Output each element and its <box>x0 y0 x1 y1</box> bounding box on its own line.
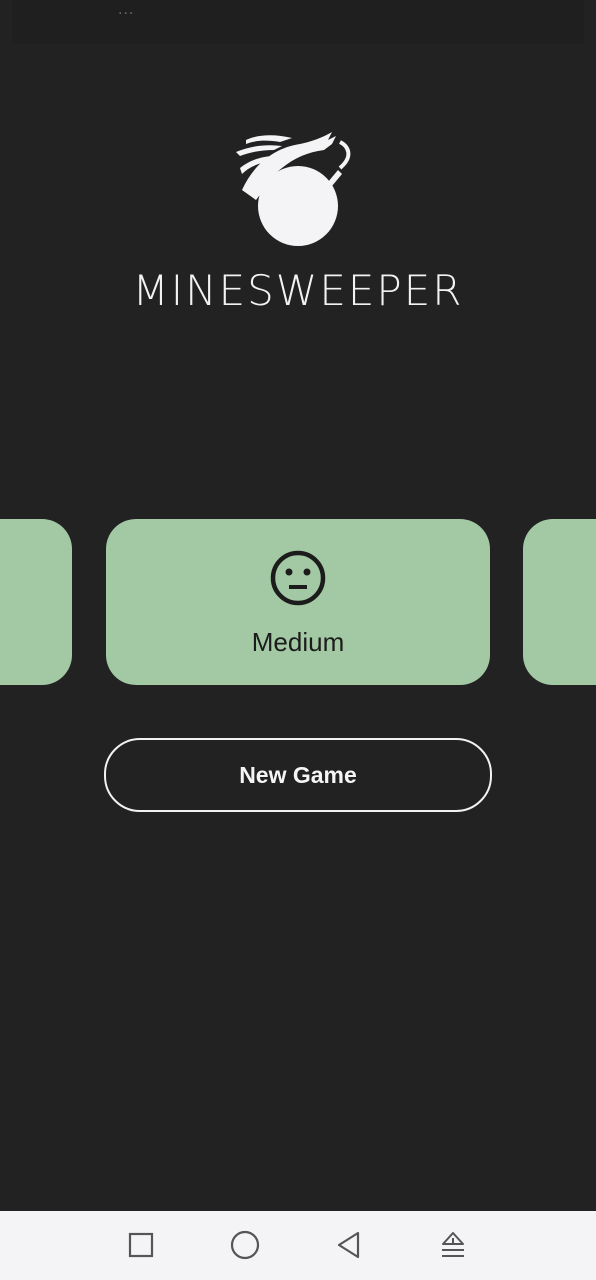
app-title: MINESWEEPER <box>132 266 464 315</box>
new-game-button[interactable]: New Game <box>104 738 492 812</box>
triangle-back-icon <box>337 1231 360 1259</box>
home-button[interactable] <box>227 1227 263 1263</box>
difficulty-label: Medium <box>251 627 345 657</box>
difficulty-card-selected[interactable]: Medium <box>106 519 490 685</box>
back-button[interactable] <box>331 1227 367 1263</box>
square-recents-icon <box>128 1232 154 1258</box>
app-logo <box>0 128 596 252</box>
screen: ··· MINESWEEPER Medium New Game <box>0 0 596 1280</box>
eject-button[interactable] <box>435 1227 471 1263</box>
eject-icon <box>442 1232 464 1257</box>
difficulty-card-previous[interactable] <box>0 519 72 685</box>
status-bar: ··· <box>12 0 584 44</box>
status-indicator: ··· <box>118 6 135 22</box>
navigation-bar <box>0 1211 596 1280</box>
circle-home-icon <box>230 1230 260 1260</box>
bomb-icon <box>236 132 351 246</box>
difficulty-card-next[interactable] <box>523 519 596 685</box>
neutral-face-icon <box>270 550 326 606</box>
recents-button[interactable] <box>123 1227 159 1263</box>
